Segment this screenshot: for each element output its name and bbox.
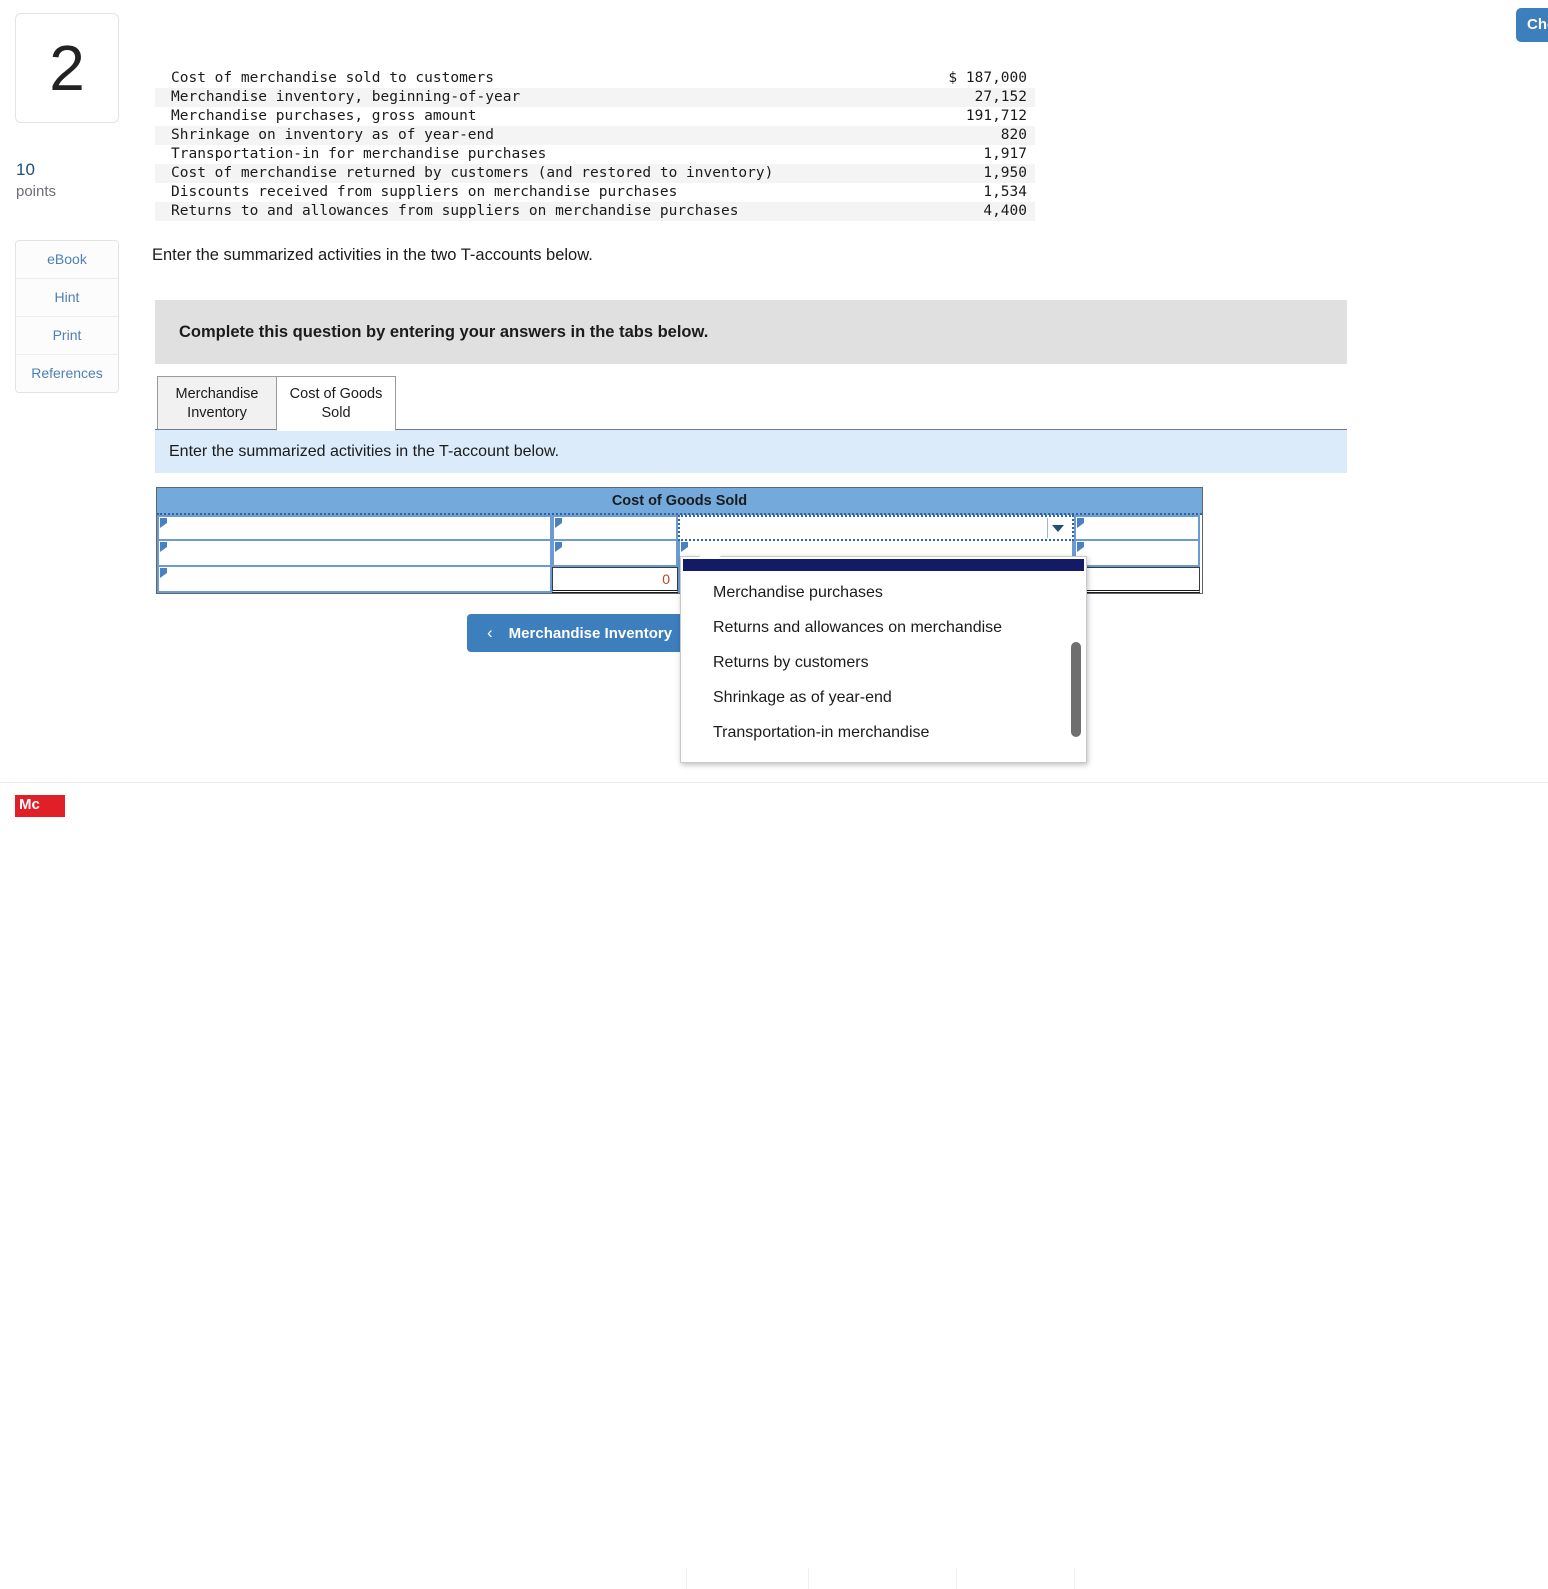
print-button[interactable]: Print xyxy=(16,317,118,355)
tab-merchandise-inventory[interactable]: Merchandise Inventory xyxy=(157,376,277,431)
fact-amount: 191,712 xyxy=(965,108,1027,124)
chevron-down-icon[interactable] xyxy=(1047,518,1068,538)
tab-label: Merchandise Inventory xyxy=(175,385,259,421)
dropdown-option-merchandise-purchases[interactable]: Merchandise purchases xyxy=(681,575,1086,610)
t-account-title: Cost of Goods Sold xyxy=(157,488,1202,515)
account-dropdown-menu: Merchandise purchases Returns and allowa… xyxy=(680,548,1087,763)
fact-label: Returns to and allowances from suppliers… xyxy=(171,203,739,219)
table-row: Transportation-in for merchandise purcha… xyxy=(155,145,1035,164)
given-data-table-body: Cost of merchandise sold to customers $ … xyxy=(155,69,1035,221)
given-data-table: Cost of merchandise sold to customers $ … xyxy=(155,69,1035,221)
dropdown-selected-empty-option[interactable] xyxy=(683,559,1084,571)
fact-amount: $ 187,000 xyxy=(948,70,1027,86)
table-row: Merchandise purchases, gross amount 191,… xyxy=(155,107,1035,126)
cell-dropdown-marker-icon xyxy=(160,568,167,578)
ebook-button[interactable]: eBook xyxy=(16,241,118,279)
dropdown-option-list: Merchandise purchases Returns and allowa… xyxy=(681,571,1086,762)
table-row: Cost of merchandise returned by customer… xyxy=(155,164,1035,183)
fact-label: Transportation-in for merchandise purcha… xyxy=(171,146,547,162)
fact-label: Merchandise inventory, beginning-of-year xyxy=(171,89,521,105)
credit-total-amount xyxy=(1074,567,1200,593)
fact-label: Discounts received from suppliers on mer… xyxy=(171,184,678,200)
rail-button-group: eBook Hint Print References xyxy=(15,240,119,393)
fact-amount: 1,917 xyxy=(983,146,1027,162)
question-number-box: 2 xyxy=(15,13,119,123)
table-row: Merchandise inventory, beginning-of-year… xyxy=(155,88,1035,107)
question-rail: 2 10 points eBook Hint Print References xyxy=(0,0,150,806)
question-prompt: Enter the summarized activities in the t… xyxy=(152,246,593,264)
fact-amount: 1,534 xyxy=(983,184,1027,200)
instructions-banner-text: Complete this question by entering your … xyxy=(179,322,709,341)
cell-dropdown-marker-icon xyxy=(160,542,167,552)
previous-tab-button[interactable]: ‹ Merchandise Inventory xyxy=(467,614,693,652)
tab-info-bar: Enter the summarized activities in the T… xyxy=(155,429,1347,473)
cell-value: 0 xyxy=(662,571,670,587)
debit-amount-input-1[interactable] xyxy=(552,515,678,541)
footer-cell-divider xyxy=(1074,1568,1075,1589)
fact-amount: 1,950 xyxy=(983,165,1027,181)
dropdown-option-shrinkage-as-of-year-end[interactable]: Shrinkage as of year-end xyxy=(681,680,1086,715)
debit-amount-input-2[interactable] xyxy=(552,541,678,567)
credit-amount-input-2[interactable] xyxy=(1074,541,1200,567)
tab-cost-of-goods-sold[interactable]: Cost of Goods Sold xyxy=(276,376,396,431)
footer-cell-divider xyxy=(956,1568,957,1589)
footer-cell-divider xyxy=(808,1568,809,1589)
dropdown-option-transportation-in-merchandise[interactable]: Transportation-in merchandise xyxy=(681,715,1086,750)
previous-tab-label: Merchandise Inventory xyxy=(508,624,673,642)
table-row: Cost of merchandise sold to customers $ … xyxy=(155,69,1035,88)
dropdown-caret-icon xyxy=(699,548,721,557)
fact-label: Merchandise purchases, gross amount xyxy=(171,108,477,124)
tab-info-text: Enter the summarized activities in the T… xyxy=(169,442,560,460)
footer-cell-divider xyxy=(686,1568,687,1589)
dropdown-scrollbar-thumb[interactable] xyxy=(1071,642,1081,737)
fact-amount: 820 xyxy=(1000,127,1027,143)
hint-button[interactable]: Hint xyxy=(16,279,118,317)
debit-description-input-1[interactable] xyxy=(157,515,552,541)
fact-label: Shrinkage on inventory as of year-end xyxy=(171,127,495,143)
chevron-left-icon: ‹ xyxy=(487,623,493,642)
tab-label: Cost of Goods Sold xyxy=(289,385,383,421)
references-button[interactable]: References xyxy=(16,355,118,392)
fact-amount: 4,400 xyxy=(983,203,1027,219)
debit-description-input-3[interactable] xyxy=(157,567,552,593)
cell-dropdown-marker-icon xyxy=(555,518,562,528)
dropdown-option-returns-and-allowances-on-merchandise[interactable]: Returns and allowances on merchandise xyxy=(681,610,1086,645)
dropdown-option-returns-by-customers[interactable]: Returns by customers xyxy=(681,645,1086,680)
table-row: Shrinkage on inventory as of year-end 82… xyxy=(155,126,1035,145)
cell-dropdown-marker-icon xyxy=(160,518,167,528)
fact-label: Cost of merchandise sold to customers xyxy=(171,70,495,86)
tab-strip: Merchandise Inventory Cost of Goods Sold xyxy=(157,375,396,431)
debit-description-input-2[interactable] xyxy=(157,541,552,567)
table-row: Returns to and allowances from suppliers… xyxy=(155,202,1035,221)
cell-dropdown-marker-icon xyxy=(1077,542,1084,552)
mcgraw-hill-logo: Mc xyxy=(15,795,65,817)
footer-bar xyxy=(0,783,1548,1589)
debit-total-amount: 0 xyxy=(552,567,678,593)
credit-description-combobox-1[interactable] xyxy=(678,515,1074,541)
points-label: points xyxy=(16,183,57,200)
cell-dropdown-marker-icon xyxy=(555,542,562,552)
check-my-work-button[interactable]: Check my work xyxy=(1516,8,1548,42)
fact-label: Cost of merchandise returned by customer… xyxy=(171,165,774,181)
points-value: 10 xyxy=(16,160,35,179)
instructions-banner: Complete this question by entering your … xyxy=(155,300,1347,364)
cell-dropdown-marker-icon xyxy=(681,542,688,552)
credit-amount-input-1[interactable] xyxy=(1074,515,1200,541)
table-row: Discounts received from suppliers on mer… xyxy=(155,183,1035,202)
cell-dropdown-marker-icon xyxy=(1077,518,1084,528)
t-account-row xyxy=(157,515,1202,541)
question-number: 2 xyxy=(49,32,85,104)
fact-amount: 27,152 xyxy=(974,89,1027,105)
